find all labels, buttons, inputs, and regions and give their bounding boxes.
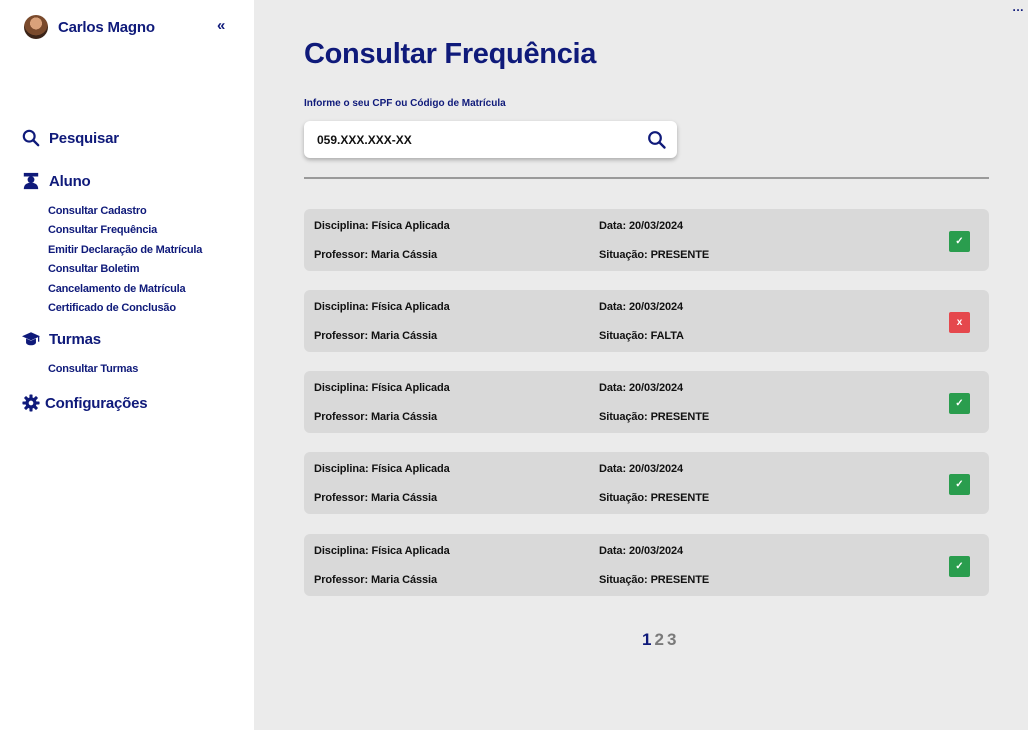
record-date: Data: 20/03/2024 [599, 220, 684, 232]
cpf-search-input[interactable] [317, 132, 647, 147]
divider [304, 177, 989, 179]
nav-settings[interactable]: Configurações [22, 394, 148, 412]
record-date: Data: 20/03/2024 [599, 545, 684, 557]
search-box [304, 121, 677, 158]
submenu-consultar-turmas[interactable]: Consultar Turmas [48, 360, 138, 379]
submenu-cancelamento-matricula[interactable]: Cancelamento de Matrícula [48, 280, 202, 299]
record-date: Data: 20/03/2024 [599, 301, 684, 313]
record-professor: Professor: Maria Cássia [314, 330, 438, 342]
collapse-sidebar-button[interactable]: « [217, 17, 225, 34]
sidebar: Carlos Magno « Pesquisar Aluno Consultar… [0, 0, 254, 730]
record-situation: Situação: FALTA [599, 330, 684, 342]
submenu-consultar-frequencia[interactable]: Consultar Frequência [48, 221, 202, 240]
absent-status-icon: x [949, 312, 970, 333]
student-submenu: Consultar Cadastro Consultar Frequência … [48, 202, 202, 318]
nav-classes[interactable]: Turmas [22, 330, 101, 348]
page-2-button[interactable]: 2 [654, 630, 663, 650]
classes-submenu: Consultar Turmas [48, 360, 138, 379]
page-1-button[interactable]: 1 [642, 630, 651, 650]
record-date: Data: 20/03/2024 [599, 382, 684, 394]
nav-classes-label: Turmas [49, 330, 101, 348]
nav-student-label: Aluno [49, 172, 91, 190]
avatar [24, 15, 48, 39]
record-professor: Professor: Maria Cássia [314, 492, 438, 504]
present-status-icon: ✓ [949, 474, 970, 495]
attendance-record: Disciplina: Física Aplicada Professor: M… [304, 371, 989, 433]
record-situation: Situação: PRESENTE [599, 574, 710, 586]
user-profile[interactable]: Carlos Magno [24, 15, 155, 39]
attendance-record: Disciplina: Física Aplicada Professor: M… [304, 209, 989, 271]
record-discipline: Disciplina: Física Aplicada [314, 301, 450, 313]
record-professor: Professor: Maria Cássia [314, 249, 438, 261]
record-situation: Situação: PRESENTE [599, 249, 710, 261]
nav-student[interactable]: Aluno [22, 172, 91, 190]
student-icon [22, 172, 40, 190]
search-field-label: Informe o seu CPF ou Código de Matrícula [304, 98, 506, 109]
record-situation: Situação: PRESENTE [599, 411, 710, 423]
search-icon [648, 130, 666, 149]
submenu-consultar-cadastro[interactable]: Consultar Cadastro [48, 202, 202, 221]
user-name: Carlos Magno [58, 18, 155, 36]
record-date: Data: 20/03/2024 [599, 463, 684, 475]
record-situation: Situação: PRESENTE [599, 492, 710, 504]
graduation-cap-icon [22, 330, 40, 348]
record-discipline: Disciplina: Física Aplicada [314, 545, 450, 557]
gear-icon [22, 394, 40, 412]
present-status-icon: ✓ [949, 556, 970, 577]
submenu-emitir-declaracao[interactable]: Emitir Declaração de Matrícula [48, 241, 202, 260]
more-options-icon[interactable]: ... [1012, 0, 1024, 14]
page-title: Consultar Frequência [304, 38, 597, 70]
attendance-record: Disciplina: Física Aplicada Professor: M… [304, 534, 989, 596]
record-professor: Professor: Maria Cássia [314, 411, 438, 423]
present-status-icon: ✓ [949, 231, 970, 252]
record-discipline: Disciplina: Física Aplicada [314, 220, 450, 232]
nav-search[interactable]: Pesquisar [22, 129, 119, 147]
pagination: 1 2 3 [642, 630, 676, 650]
nav-settings-label: Configurações [45, 394, 148, 412]
record-discipline: Disciplina: Física Aplicada [314, 382, 450, 394]
attendance-record: Disciplina: Física Aplicada Professor: M… [304, 452, 989, 514]
record-professor: Professor: Maria Cássia [314, 574, 438, 586]
search-button[interactable] [647, 130, 667, 150]
present-status-icon: ✓ [949, 393, 970, 414]
record-discipline: Disciplina: Física Aplicada [314, 463, 450, 475]
submenu-consultar-boletim[interactable]: Consultar Boletim [48, 260, 202, 279]
nav-search-label: Pesquisar [49, 129, 119, 147]
attendance-record: Disciplina: Física Aplicada Professor: M… [304, 290, 989, 352]
page-3-button[interactable]: 3 [667, 630, 676, 650]
search-icon [22, 129, 40, 147]
submenu-certificado-conclusao[interactable]: Certificado de Conclusão [48, 299, 202, 318]
